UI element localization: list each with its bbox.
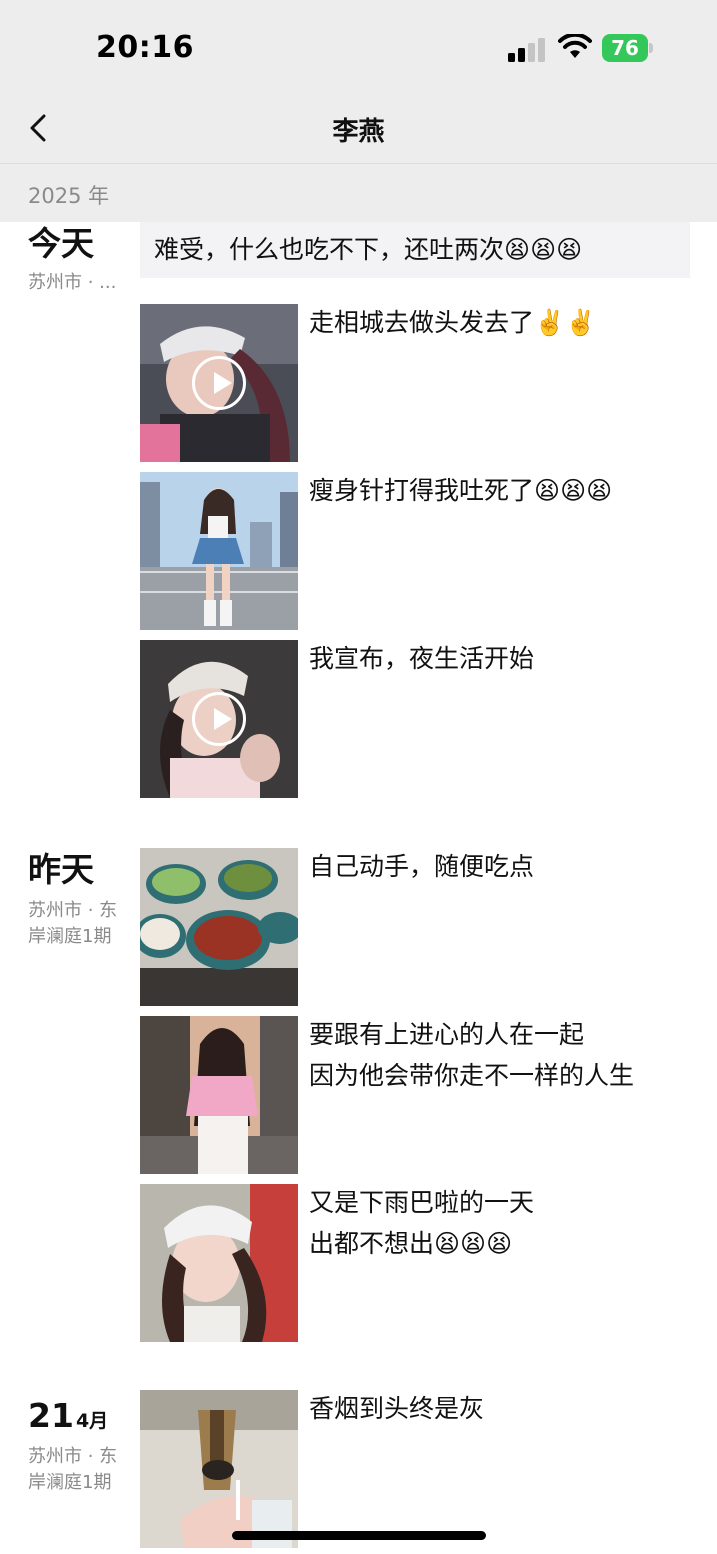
day-title-date: 21 4月: [28, 1396, 108, 1441]
post-thumbnail-video[interactable]: [140, 640, 298, 798]
post-thumbnail[interactable]: [140, 472, 298, 630]
nav-bar: 李燕: [0, 96, 717, 164]
text-post[interactable]: 难受，什么也吃不下，还吐两次😫😫😫: [140, 222, 690, 278]
month-label: 4月: [75, 1410, 109, 1432]
post-thumbnail[interactable]: [140, 1016, 298, 1174]
post-caption: 又是下雨巴啦的一天 出都不想出😫😫😫: [309, 1188, 535, 1258]
post-thumbnail[interactable]: [140, 848, 298, 1006]
cellular-signal-icon: [508, 38, 545, 62]
day-number: 21: [28, 1396, 74, 1435]
post-caption: 走相城去做头发去了✌️✌️: [309, 308, 597, 337]
play-icon: [192, 356, 246, 410]
home-indicator[interactable]: [232, 1531, 486, 1540]
post-caption: 瘦身针打得我吐死了😫😫😫: [309, 476, 613, 505]
day-title-yesterday: 昨天: [28, 850, 94, 889]
post-thumbnail[interactable]: [140, 1390, 298, 1548]
post-caption: 香烟到头终是灰: [309, 1394, 485, 1423]
battery-level: 76: [602, 34, 648, 62]
day-location: 苏州市 · 东岸澜庭1期: [28, 1446, 118, 1493]
wifi-icon: [558, 34, 592, 58]
post-caption: 要跟有上进心的人在一起 因为他会带你走不一样的人生: [309, 1020, 635, 1090]
post-thumbnail-video[interactable]: [140, 304, 298, 462]
battery-icon: 76: [602, 34, 654, 62]
status-time: 20:16: [96, 30, 194, 65]
play-icon: [192, 692, 246, 746]
day-title-today: 今天: [28, 224, 94, 263]
day-location-today: 苏州市 · ...: [28, 272, 117, 293]
page-title: 李燕: [332, 117, 385, 147]
post-caption: 自己动手，随便吃点: [309, 852, 535, 881]
post-caption: 我宣布，夜生活开始: [309, 644, 535, 673]
status-bar: 20:16 76: [0, 0, 717, 96]
post-thumbnail[interactable]: [140, 1184, 298, 1342]
year-header: 2025 年: [0, 164, 717, 222]
day-location-yesterday: 苏州市 · 东岸澜庭1期: [28, 900, 118, 947]
year-label: 2025 年: [28, 184, 110, 208]
